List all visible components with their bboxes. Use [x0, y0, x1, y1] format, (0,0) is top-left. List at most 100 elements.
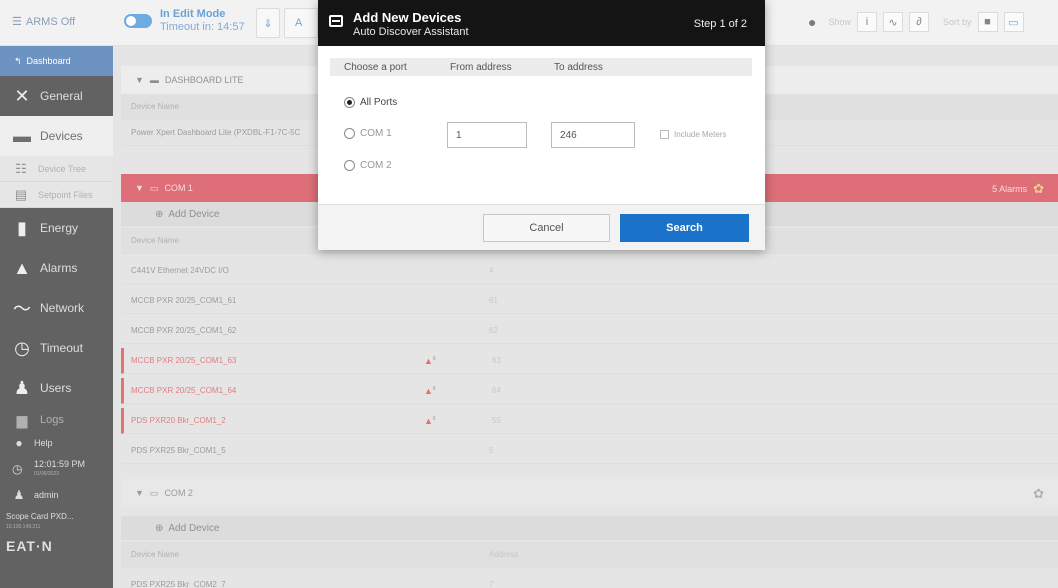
sidebar-help[interactable]: ● Help — [0, 432, 113, 454]
include-meters-label: Include Meters — [674, 130, 727, 139]
arms-status[interactable]: ☰ ARMS Off — [12, 15, 75, 29]
clock-date: 01/06/2023 — [34, 471, 60, 477]
modal-footer: Cancel Search — [318, 204, 765, 250]
sidebar-item-energy[interactable]: ▮ Energy — [0, 208, 113, 248]
sidebar-item-label: Alarms — [40, 261, 78, 275]
alarm-bell-icon[interactable]: ▲6 — [424, 416, 436, 426]
plus-icon: ⊕ — [155, 522, 164, 534]
table-row-alarm[interactable]: MCCB PXR 20/25_COM1_63 ▲6 63 — [121, 348, 1058, 374]
device-address: 5 — [489, 446, 494, 455]
radio-com2[interactable]: COM 2 — [344, 160, 392, 171]
sidebar-dashboard-link[interactable]: ↰ Dashboard — [0, 46, 113, 76]
add-device-label: Add Device — [168, 522, 220, 534]
download-icon: ⇓ — [263, 17, 273, 30]
collapse-icon: ▼ — [135, 183, 144, 193]
table-row[interactable]: C441V Ethernet 24VDC I/O 4 — [121, 258, 1058, 284]
device-address: 4 — [489, 266, 494, 275]
device-address: 7 — [489, 580, 494, 588]
sidebar-item-users[interactable]: ♟ Users — [0, 368, 113, 408]
plus-icon: ⊕ — [155, 208, 164, 220]
timeout-label: Timeout in: 14:57 — [160, 21, 245, 33]
table-row[interactable]: PDS PXR25 Bkr_COM2_7 7 — [121, 572, 1058, 588]
scope-ip: 10.130.149.211 — [6, 524, 41, 530]
include-meters-option[interactable]: Include Meters — [660, 130, 726, 139]
dashboard-label: Dashboard — [26, 56, 71, 66]
radio-label: All Ports — [360, 97, 398, 108]
tree-icon: ☷ — [15, 160, 27, 176]
sidebar-item-setpoint-files[interactable]: ▤ Setpoint Files — [0, 182, 113, 208]
timer-icon: ◷ — [14, 337, 30, 358]
help-circle-icon[interactable]: ● — [808, 14, 816, 30]
device-name: Power Xpert Dashboard Lite (PXDBL-F1-7C-… — [131, 128, 301, 137]
add-devices-modal: Add New Devices Auto Discover Assistant … — [318, 0, 765, 250]
sidebar-item-network[interactable]: 〜 Network — [0, 288, 113, 328]
sidebar-item-label: Timeout — [40, 341, 83, 355]
col-address: Address — [489, 550, 519, 559]
edit-mode-toggle[interactable] — [124, 14, 152, 28]
table-row[interactable]: MCCB PXR 20/25_COM1_62 62 — [121, 318, 1058, 344]
info-icon[interactable]: i — [856, 12, 877, 32]
radio-label: COM 2 — [360, 160, 392, 171]
section-title: DASHBOARD LITE — [164, 75, 244, 85]
sort-device-icon[interactable]: ■ — [977, 12, 998, 32]
link-icon[interactable]: ∂ — [908, 12, 929, 32]
sidebar-item-timeout[interactable]: ◷ Timeout — [0, 328, 113, 368]
alarm-bell-icon[interactable]: ▲6 — [424, 356, 436, 366]
alarm-count: 6 — [432, 355, 436, 362]
toolbar-right: ● Show i ∿ ∂ Sort by ■ ▭ — [808, 12, 1024, 32]
sidebar: ↰ Dashboard ✕ General ▬ Devices ☷ Device… — [0, 46, 113, 588]
alarm-bell-icon[interactable]: ▲6 — [424, 386, 436, 396]
sidebar-user[interactable]: ♟ admin — [0, 484, 113, 506]
table-row-alarm[interactable]: PDS PXR20 Bkr_COM1_2 ▲6 55 — [121, 408, 1058, 434]
device-icon: ▬ — [149, 75, 159, 85]
radio-button[interactable] — [344, 160, 355, 171]
edit-mode-control[interactable]: In Edit Mode Timeout in: 14:57 — [124, 8, 245, 34]
com2-header[interactable]: ▼ ▭ COM 2 ✿ — [121, 479, 1058, 507]
sort-list-icon[interactable]: ▭ — [1003, 12, 1024, 32]
alarms-count[interactable]: 5 Alarms — [992, 184, 1027, 194]
add-device-label: Add Device — [168, 208, 220, 220]
radio-button[interactable] — [344, 97, 355, 108]
tools-icon: ✕ — [14, 85, 30, 106]
sidebar-item-general[interactable]: ✕ General — [0, 76, 113, 116]
col-device-name: Device Name — [131, 102, 180, 111]
sidebar-item-alarms[interactable]: ▲ Alarms — [0, 248, 113, 288]
search-button[interactable]: Search — [620, 214, 749, 242]
device-address: 64 — [492, 386, 501, 395]
col-device-name: Device Name — [131, 236, 180, 245]
include-meters-checkbox[interactable] — [660, 130, 669, 139]
add-device-button[interactable]: ⊕ Add Device — [121, 516, 1058, 540]
gear-icon[interactable]: ✿ — [1033, 181, 1044, 197]
sidebar-item-logs[interactable]: ▆ Logs — [0, 408, 113, 432]
cancel-button[interactable]: Cancel — [483, 214, 610, 242]
port-icon: ▭ — [149, 182, 159, 193]
scope-card: Scope Card PXD... 10.130.149.211 — [0, 506, 113, 538]
from-address-input[interactable]: 1 — [447, 122, 527, 148]
table-row[interactable]: PDS PXR25 Bkr_COM1_5 5 — [121, 438, 1058, 464]
users-icon: ♟ — [13, 377, 31, 398]
port-icon: ▭ — [149, 487, 159, 498]
waveform-icon[interactable]: ∿ — [882, 12, 903, 32]
gear-icon[interactable]: ✿ — [1033, 486, 1044, 502]
radio-all-ports[interactable]: All Ports — [344, 97, 397, 108]
bell-icon: ▲ — [13, 257, 31, 278]
alarm-count: 6 — [432, 385, 436, 392]
user-label: admin — [34, 490, 59, 500]
to-address-input[interactable]: 246 — [551, 122, 635, 148]
download-button[interactable]: ⇓ — [256, 8, 280, 38]
partial-toolbar-button[interactable]: A — [284, 8, 318, 38]
sidebar-item-devices[interactable]: ▬ Devices — [0, 116, 113, 156]
sort-label: Sort by — [942, 17, 972, 27]
devices-icon: ▬ — [13, 125, 31, 146]
radio-button[interactable] — [344, 128, 355, 139]
radio-com1[interactable]: COM 1 — [344, 128, 392, 139]
section-title: COM 2 — [164, 488, 193, 498]
logs-icon: ▆ — [16, 411, 28, 428]
table-row[interactable]: MCCB PXR 20/25_COM1_61 61 — [121, 288, 1058, 314]
table-row-alarm[interactable]: MCCB PXR 20/25_COM1_64 ▲6 64 — [121, 378, 1058, 404]
edit-mode-text: In Edit Mode Timeout in: 14:57 — [160, 8, 245, 34]
sidebar-item-device-tree[interactable]: ☷ Device Tree — [0, 156, 113, 182]
sidebar-item-label: Energy — [40, 221, 79, 235]
sidebar-item-label: Logs — [40, 414, 64, 426]
table-header: Device Name Address — [121, 542, 1058, 568]
